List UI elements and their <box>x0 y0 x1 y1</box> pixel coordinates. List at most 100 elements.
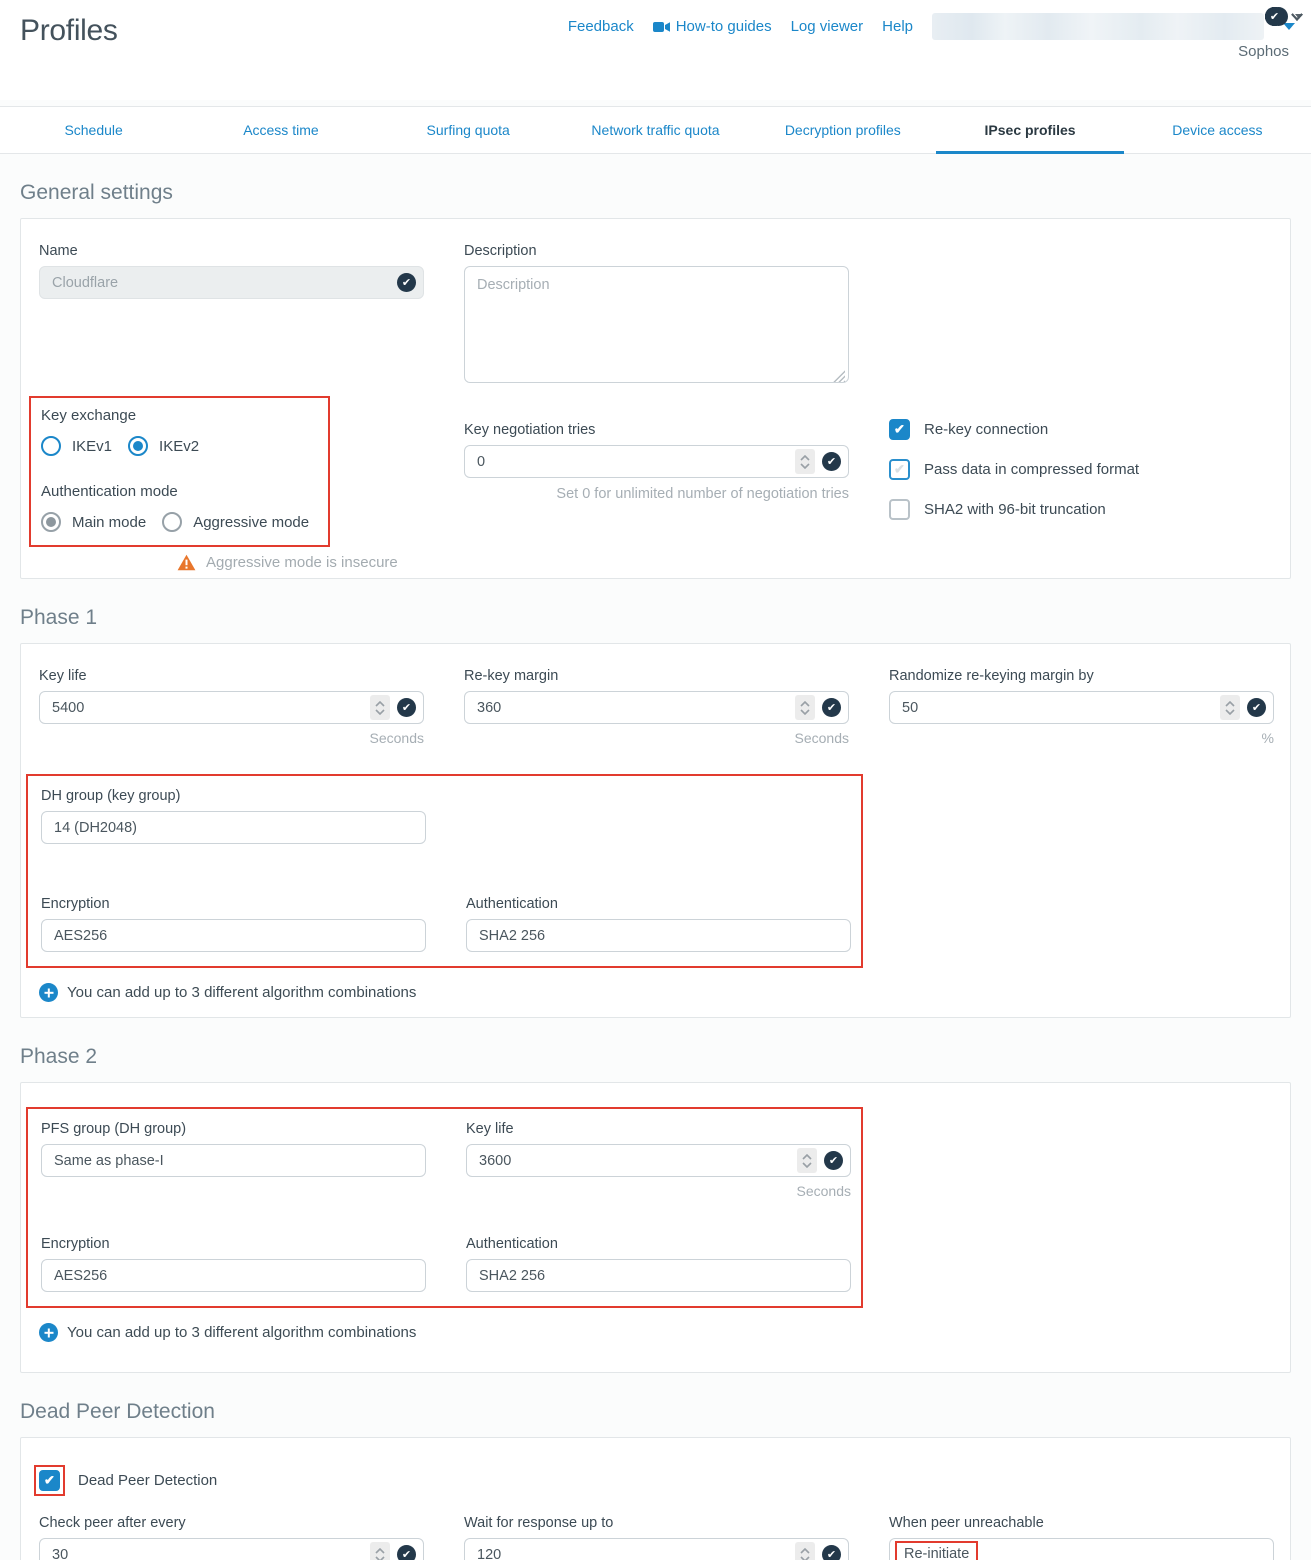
dh-group-label: DH group (key group) <box>41 788 426 804</box>
peer-unreachable-label: When peer unreachable <box>889 1515 1274 1531</box>
radio-main-mode[interactable]: Main mode <box>41 512 146 532</box>
tab-schedule[interactable]: Schedule <box>0 107 187 153</box>
key-negotiation-tries-input[interactable] <box>464 445 849 478</box>
tab-surfing-quota[interactable]: Surfing quota <box>375 107 562 153</box>
main-content: General settings Name Key exchange IKEv1 <box>0 181 1311 1560</box>
add-combination-button[interactable] <box>39 983 58 1002</box>
rekey-margin-label: Re-key margin <box>464 668 849 684</box>
annotation-box-dpd-checkbox <box>34 1465 65 1496</box>
radio-main-mode-icon <box>41 512 61 532</box>
valid-check-icon <box>397 273 416 292</box>
tab-decryption-profiles[interactable]: Decryption profiles <box>749 107 936 153</box>
phase2-key-life-unit: Seconds <box>466 1183 851 1199</box>
phase1-key-life-input[interactable] <box>39 691 424 724</box>
header-links: Feedback How-to guides Log viewer Help <box>568 13 1295 40</box>
general-settings-card: Name Key exchange IKEv1 IKEv2 <box>20 218 1291 579</box>
number-stepper[interactable] <box>370 695 390 720</box>
help-link[interactable]: Help <box>882 18 913 35</box>
phase2-encryption-select[interactable]: AES256 <box>41 1259 426 1292</box>
log-viewer-link[interactable]: Log viewer <box>791 18 864 35</box>
account-menu[interactable] <box>932 13 1264 40</box>
name-input[interactable] <box>39 266 424 299</box>
phase1-heading: Phase 1 <box>20 606 1291 630</box>
dpd-card: Dead Peer Detection Check peer after eve… <box>20 1437 1291 1560</box>
rekey-margin-unit: Seconds <box>464 730 849 746</box>
page-header: Profiles Feedback How-to guides Log view… <box>0 0 1311 100</box>
feedback-link[interactable]: Feedback <box>568 18 634 35</box>
checkbox-rekey-connection[interactable]: Re-key connection <box>889 419 1274 440</box>
brand-label: Sophos <box>1238 43 1289 60</box>
phase2-note-text: You can add up to 3 different algorithm … <box>67 1324 416 1341</box>
radio-ikev2[interactable]: IKEv2 <box>128 436 199 456</box>
annotation-box-phase2-algorithms: PFS group (DH group) Same as phase-I Key… <box>26 1107 863 1308</box>
tab-bar: Schedule Access time Surfing quota Netwo… <box>0 106 1311 154</box>
phase2-encryption-label: Encryption <box>41 1236 426 1252</box>
number-stepper[interactable] <box>795 695 815 720</box>
check-peer-input[interactable] <box>39 1538 424 1560</box>
tab-ipsec-profiles[interactable]: IPsec profiles <box>936 107 1123 153</box>
phase2-key-life-input[interactable] <box>466 1144 851 1177</box>
key-exchange-radios: IKEv1 IKEv2 <box>41 436 325 456</box>
description-textarea[interactable] <box>464 266 849 383</box>
tab-network-traffic-quota[interactable]: Network traffic quota <box>562 107 749 153</box>
tab-device-access[interactable]: Device access <box>1124 107 1311 153</box>
number-stepper[interactable] <box>370 1542 390 1560</box>
valid-check-icon <box>822 1545 841 1560</box>
pfs-group-label: PFS group (DH group) <box>41 1121 426 1137</box>
video-camera-icon <box>653 21 670 33</box>
number-stepper[interactable] <box>1220 695 1240 720</box>
number-stepper[interactable] <box>797 1148 817 1173</box>
auth-mode-label: Authentication mode <box>41 483 178 500</box>
description-label: Description <box>464 243 849 259</box>
checkbox-rekey-connection-icon <box>889 419 910 440</box>
valid-check-icon <box>822 698 841 717</box>
name-label: Name <box>39 243 424 259</box>
aggressive-warning-text: Aggressive mode is insecure <box>206 554 398 571</box>
phase2-authentication-label: Authentication <box>466 1236 851 1252</box>
radio-aggressive-mode-icon <box>162 512 182 532</box>
radio-ikev1-icon <box>41 436 61 456</box>
chevron-down-icon <box>1291 13 1303 21</box>
negotiation-helper-text: Set 0 for unlimited number of negotiatio… <box>464 486 849 502</box>
wait-response-input[interactable] <box>464 1538 849 1560</box>
number-stepper[interactable] <box>795 449 815 474</box>
check-peer-label: Check peer after every <box>39 1515 424 1531</box>
dpd-heading: Dead Peer Detection <box>20 1400 1291 1424</box>
auth-mode-radios: Main mode Aggressive mode <box>41 512 325 532</box>
phase1-card: Key life Seconds Re-key margin <box>20 643 1291 1018</box>
dh-group-select[interactable]: 14 (DH2048) <box>41 811 426 844</box>
randomize-margin-input[interactable] <box>889 691 1274 724</box>
phase1-authentication-label: Authentication <box>466 896 851 912</box>
checkbox-dead-peer-detection[interactable] <box>39 1470 60 1491</box>
radio-ikev1[interactable]: IKEv1 <box>41 436 112 456</box>
wait-response-label: Wait for response up to <box>464 1515 849 1531</box>
key-exchange-label: Key exchange <box>41 407 136 424</box>
phase1-encryption-select[interactable]: AES256 <box>41 919 426 952</box>
valid-check-icon <box>824 1151 843 1170</box>
phase1-authentication-select[interactable]: SHA2 256 <box>466 919 851 952</box>
valid-check-icon <box>397 698 416 717</box>
peer-unreachable-select[interactable]: Re-initiate <box>889 1538 1274 1560</box>
checkbox-sha2-truncation[interactable]: SHA2 with 96-bit truncation <box>889 499 1274 520</box>
radio-aggressive-mode[interactable]: Aggressive mode <box>162 512 309 532</box>
general-settings-heading: General settings <box>20 181 1291 205</box>
number-stepper[interactable] <box>795 1542 815 1560</box>
dpd-toggle-label: Dead Peer Detection <box>78 1472 217 1489</box>
phase2-heading: Phase 2 <box>20 1045 1291 1069</box>
checkbox-compressed-format-icon <box>889 459 910 480</box>
tab-access-time[interactable]: Access time <box>187 107 374 153</box>
howto-guides-link[interactable]: How-to guides <box>653 18 772 35</box>
phase2-key-life-label: Key life <box>466 1121 851 1137</box>
phase2-authentication-select[interactable]: SHA2 256 <box>466 1259 851 1292</box>
checkbox-sha2-truncation-icon <box>889 499 910 520</box>
radio-ikev2-icon <box>128 436 148 456</box>
checkbox-compressed-format[interactable]: Pass data in compressed format <box>889 459 1274 480</box>
key-negotiation-tries-label: Key negotiation tries <box>464 422 849 438</box>
add-combination-button[interactable] <box>39 1323 58 1342</box>
randomize-margin-unit: % <box>889 730 1274 746</box>
pfs-group-select[interactable]: Same as phase-I <box>41 1144 426 1177</box>
annotation-box-reinitiate: Re-initiate <box>895 1541 978 1560</box>
rekey-margin-input[interactable] <box>464 691 849 724</box>
annotation-box-key-exchange: Key exchange IKEv1 IKEv2 Authentication … <box>29 396 330 547</box>
phase1-note-text: You can add up to 3 different algorithm … <box>67 984 416 1001</box>
